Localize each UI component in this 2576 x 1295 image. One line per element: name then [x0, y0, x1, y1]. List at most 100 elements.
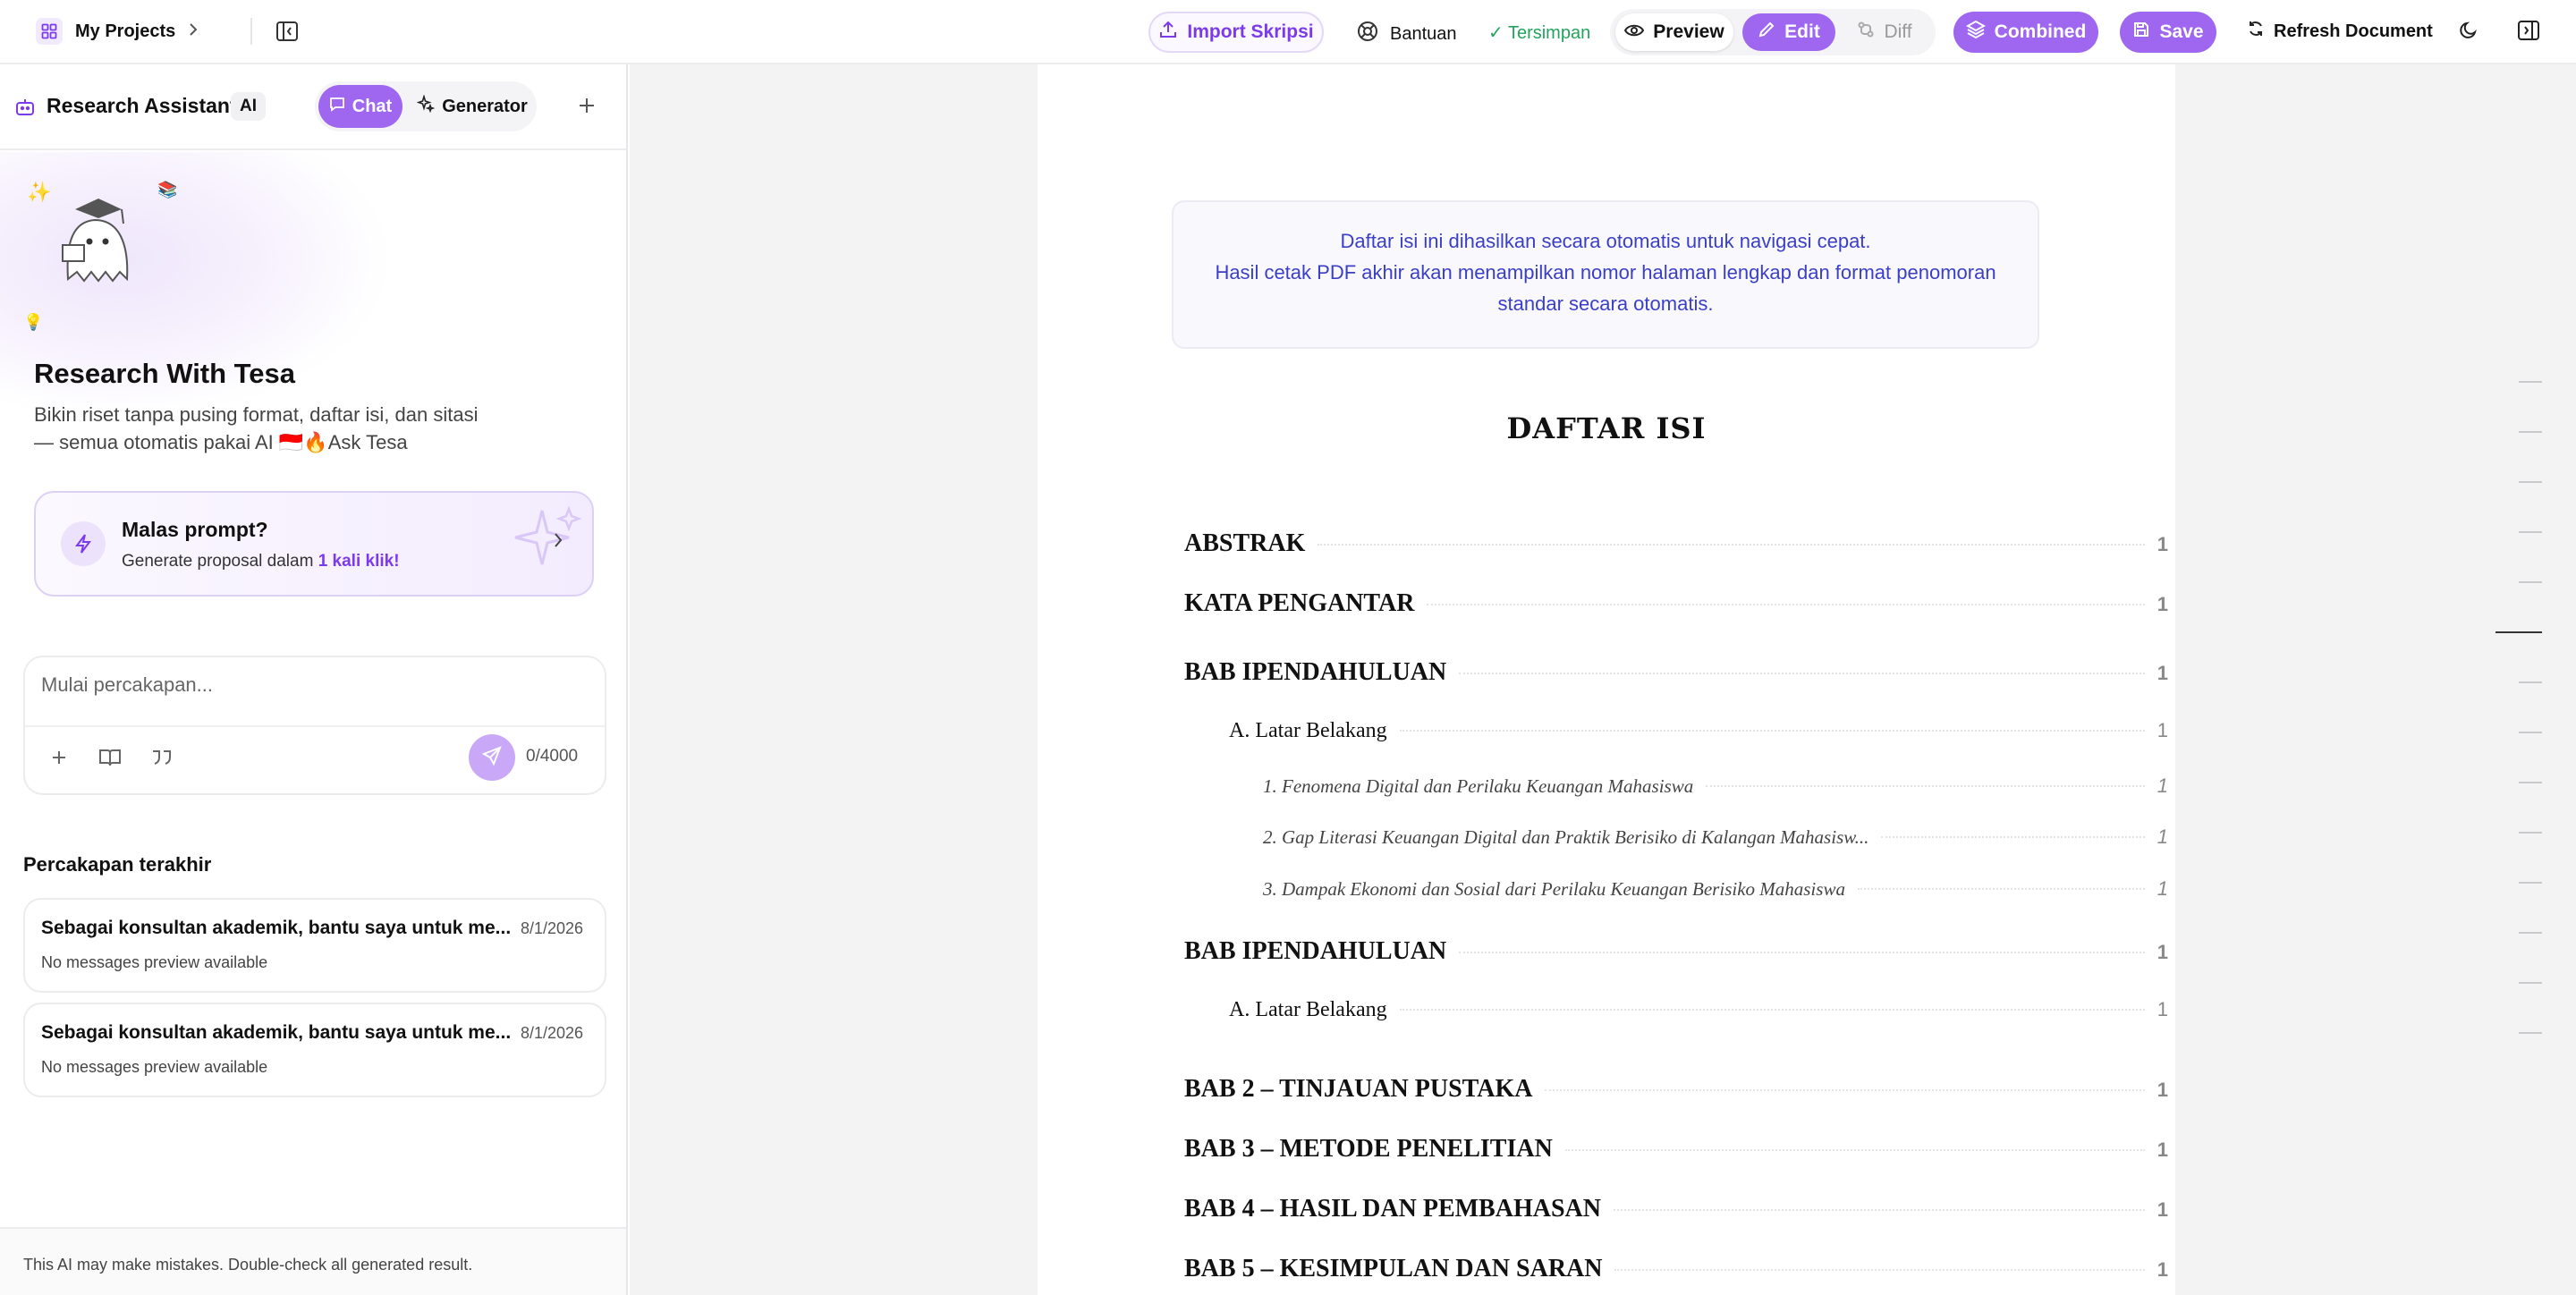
- conversation-item[interactable]: Sebagai konsultan akademik, bantu saya u…: [23, 898, 606, 993]
- eye-icon: [1624, 21, 1645, 43]
- combined-label: Combined: [1994, 21, 2087, 42]
- toc-leader: [1564, 1149, 2145, 1151]
- my-projects-button[interactable]: My Projects: [36, 18, 199, 45]
- divider: [250, 18, 252, 45]
- help-button[interactable]: Bantuan: [1356, 20, 1457, 48]
- outline-marker[interactable]: [2519, 782, 2542, 783]
- conversation-preview: No messages preview available: [41, 953, 268, 971]
- outline-marker[interactable]: [2519, 531, 2542, 533]
- outline-marker-active[interactable]: [2496, 631, 2542, 633]
- tab-chat[interactable]: Chat: [318, 85, 402, 128]
- preview-button[interactable]: Preview: [1615, 13, 1733, 51]
- toc-entry[interactable]: KATA PENGANTAR 1: [1184, 589, 2168, 618]
- toc-entry[interactable]: BAB IPENDAHULUAN 1: [1184, 658, 2168, 687]
- toc-entry[interactable]: ABSTRAK 1: [1184, 529, 2168, 558]
- notice-line: standar secara otomatis.: [1497, 292, 1714, 315]
- dark-mode-button[interactable]: [2458, 20, 2479, 47]
- sparkle-decor-icon: [512, 504, 583, 580]
- research-assistant-panel: Research Assistant AI Chat Generator ✨ 📚…: [0, 64, 628, 1295]
- toc-leader: [1459, 952, 2145, 953]
- toc-entry-text: ABSTRAK: [1184, 529, 1306, 557]
- outline-marker[interactable]: [2519, 932, 2542, 934]
- pencil-icon: [1758, 21, 1775, 44]
- toc-entry-text: 3. Dampak Ekonomi dan Sosial dari Perila…: [1263, 878, 1845, 900]
- outline-marker[interactable]: [2519, 481, 2542, 483]
- tab-generator[interactable]: Generator: [411, 85, 533, 128]
- toc-page-number: 1: [2157, 593, 2168, 615]
- edit-button[interactable]: Edit: [1742, 13, 1835, 51]
- outline-marker[interactable]: [2519, 381, 2542, 383]
- card-description-highlight: 1 kali klik!: [318, 552, 400, 571]
- card-title: Malas prompt?: [122, 518, 268, 541]
- ghost-mascot-icon: [50, 186, 148, 298]
- toc-entry-text: A. Latar Belakang: [1229, 719, 1387, 742]
- divider: [25, 725, 605, 727]
- toc-leader: [1399, 730, 2145, 732]
- conversation-title: Sebagai konsultan akademik, bantu saya u…: [41, 918, 512, 938]
- new-chat-button[interactable]: [576, 95, 597, 121]
- ai-disclaimer: This AI may make mistakes. Double-check …: [23, 1256, 473, 1274]
- toc-leader: [1614, 1269, 2145, 1271]
- chat-input[interactable]: Mulai percakapan...: [41, 673, 213, 697]
- conversation-title: Sebagai konsultan akademik, bantu saya u…: [41, 1022, 512, 1043]
- conversation-date: 8/1/2026: [521, 919, 584, 937]
- toc-entry[interactable]: A. Latar Belakang 1: [1229, 719, 2168, 743]
- attach-plus-button[interactable]: [48, 747, 70, 773]
- lightning-icon: [61, 521, 106, 566]
- saved-status: ✓ Tersimpan: [1488, 21, 1590, 44]
- refresh-label: Refresh Document: [2274, 21, 2433, 41]
- library-button[interactable]: [98, 747, 122, 773]
- hero-description: Bikin riset tanpa pusing format, daftar …: [34, 401, 478, 456]
- toc-entry[interactable]: BAB 3 – METODE PENELITIAN 1: [1184, 1135, 2168, 1164]
- toggle-sidebar-button[interactable]: [275, 20, 299, 48]
- floppy-icon: [2132, 21, 2150, 44]
- saved-label: ✓ Tersimpan: [1488, 23, 1591, 43]
- toc-entry[interactable]: 2. Gap Literasi Keuangan Digital dan Pra…: [1263, 825, 2168, 849]
- quick-proposal-card[interactable]: Malas prompt? Generate proposal dalam 1 …: [34, 491, 594, 597]
- chat-composer: Mulai percakapan... 0/4000: [23, 656, 606, 795]
- toc-page-number: 1: [2157, 774, 2168, 797]
- save-button[interactable]: Save: [2120, 12, 2216, 53]
- combined-button[interactable]: Combined: [1953, 12, 2098, 53]
- toc-entry[interactable]: BAB IPENDAHULUAN 1: [1184, 937, 2168, 966]
- help-label: Bantuan: [1390, 23, 1457, 44]
- toc-entry[interactable]: 3. Dampak Ekonomi dan Sosial dari Perila…: [1263, 877, 2168, 901]
- toc-entry[interactable]: A. Latar Belakang 1: [1229, 998, 2168, 1022]
- toc-entry[interactable]: BAB 4 – HASIL DAN PEMBAHASAN 1: [1184, 1195, 2168, 1223]
- toc-page-number: 1: [2157, 533, 2168, 555]
- panel-header: Research Assistant AI Chat Generator: [0, 64, 626, 150]
- outline-marker[interactable]: [2519, 1032, 2542, 1034]
- outline-marker[interactable]: [2519, 832, 2542, 834]
- refresh-document-button[interactable]: Refresh Document: [2247, 20, 2433, 43]
- toc-leader: [1881, 836, 2145, 838]
- conversation-item[interactable]: Sebagai konsultan akademik, bantu saya u…: [23, 1003, 606, 1097]
- message-icon: [329, 96, 345, 117]
- outline-marker[interactable]: [2519, 431, 2542, 433]
- toc-page-number: 1: [2157, 1198, 2168, 1221]
- tab-generator-label: Generator: [442, 96, 528, 116]
- recent-heading: Percakapan terakhir: [23, 853, 212, 876]
- toc-entry-text: A. Latar Belakang: [1229, 998, 1387, 1021]
- toc-entry[interactable]: 1. Fenomena Digital dan Perilaku Keuanga…: [1263, 774, 2168, 798]
- toc-entry-text: BAB IPENDAHULUAN: [1184, 658, 1447, 686]
- outline-marker[interactable]: [2519, 982, 2542, 984]
- toc-entry[interactable]: BAB 5 – KESIMPULAN DAN SARAN 1: [1184, 1255, 2168, 1283]
- outline-marker[interactable]: [2519, 581, 2542, 583]
- toc-leader: [1857, 888, 2145, 890]
- sidebar-toggle-icon: [275, 20, 299, 48]
- toc-entry[interactable]: BAB 2 – TINJAUAN PUSTAKA 1: [1184, 1075, 2168, 1104]
- right-panel-toggle-button[interactable]: [2517, 19, 2540, 47]
- import-skripsi-button[interactable]: Import Skripsi: [1148, 12, 1324, 53]
- diff-button[interactable]: Diff: [1844, 13, 1925, 51]
- hero-title: Research With Tesa: [34, 358, 296, 389]
- outline-marker[interactable]: [2519, 681, 2542, 683]
- toc-page-number: 1: [2157, 1079, 2168, 1101]
- toc-entry-text: BAB 4 – HASIL DAN PEMBAHASAN: [1184, 1195, 1601, 1223]
- toc-entry-text: 1. Fenomena Digital dan Perilaku Keuanga…: [1263, 775, 1694, 797]
- outline-marker[interactable]: [2519, 882, 2542, 884]
- toc-leader: [1706, 785, 2145, 787]
- quote-button[interactable]: [150, 747, 174, 773]
- outline-marker[interactable]: [2519, 732, 2542, 733]
- hero-description-line: — semua otomatis pakai AI 🇮🇩🔥Ask Tesa: [34, 431, 408, 453]
- send-button[interactable]: [469, 734, 515, 781]
